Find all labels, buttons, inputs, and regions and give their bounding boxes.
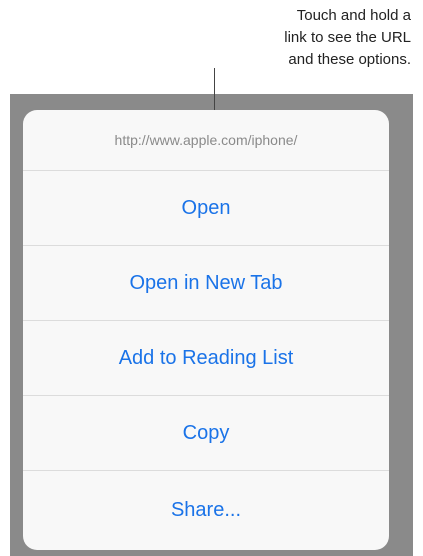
open-button[interactable]: Open [23, 171, 389, 246]
callout-line: Touch and hold a [296, 7, 411, 24]
callout-line: and these options. [288, 51, 411, 68]
link-context-menu: http://www.apple.com/iphone/ Open Open i… [23, 110, 389, 550]
share-button[interactable]: Share... [23, 471, 389, 550]
callout-line: link to see the URL [284, 29, 411, 46]
link-url-header: http://www.apple.com/iphone/ [23, 110, 389, 171]
open-in-new-tab-button[interactable]: Open in New Tab [23, 246, 389, 321]
instruction-callout: Touch and hold a link to see the URL and… [201, 5, 411, 71]
copy-button[interactable]: Copy [23, 396, 389, 471]
add-to-reading-list-button[interactable]: Add to Reading List [23, 321, 389, 396]
